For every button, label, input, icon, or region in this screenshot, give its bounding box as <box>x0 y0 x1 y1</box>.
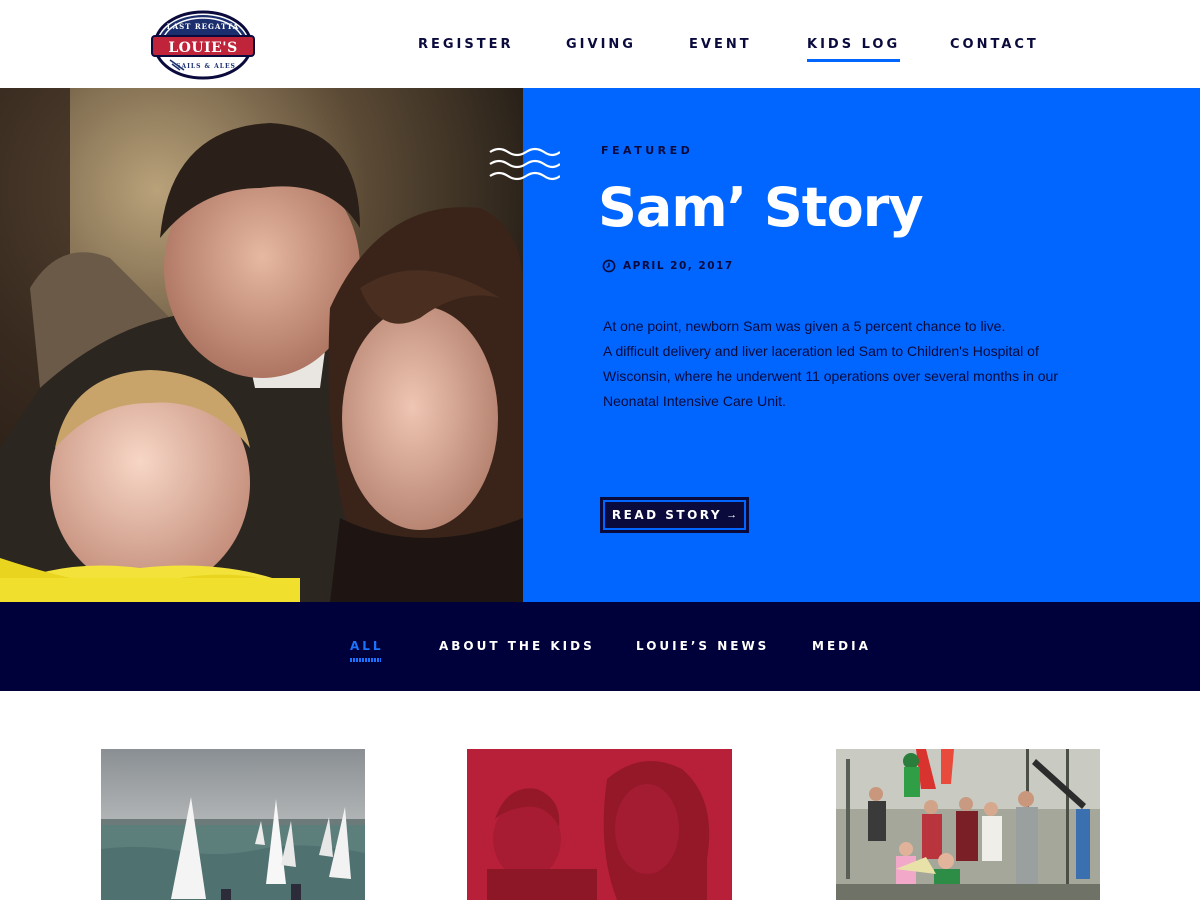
nav-kids-log-label: KIDS LOG <box>807 37 901 52</box>
family-photo-illustration <box>0 88 523 602</box>
filter-all[interactable]: ALL <box>350 639 384 662</box>
story-title: Sam’ Story <box>598 176 924 239</box>
hero-family-photo <box>0 88 523 602</box>
read-story-label: READ STORY <box>611 508 723 522</box>
filter-louies-news[interactable]: LOUIE’S NEWS <box>636 639 769 653</box>
hero-section: FEATURED Sam’ Story APRIL 20, 2017 At on… <box>0 88 1200 602</box>
nav-contact[interactable]: CONTACT <box>950 37 1039 52</box>
nav-giving-label: GIVING <box>566 37 636 52</box>
costumed-group-photo <box>836 749 1100 900</box>
filter-media[interactable]: MEDIA <box>812 639 871 653</box>
read-story-button[interactable]: READ STORY → <box>600 497 749 533</box>
logo-main-text: LOUIE'S <box>168 40 237 56</box>
story-excerpt: At one point, newborn Sam was given a 5 … <box>603 314 1103 414</box>
story-date: APRIL 20, 2017 <box>602 259 734 273</box>
logo-top-text: LAST REGATTA <box>167 22 239 31</box>
nav-giving[interactable]: GIVING <box>566 37 636 52</box>
logo-bottom-text: SAILS & ALES <box>176 63 236 70</box>
filter-media-label: MEDIA <box>812 639 871 653</box>
story-date-text: APRIL 20, 2017 <box>623 260 734 272</box>
filter-about-the-kids[interactable]: ABOUT THE KIDS <box>439 639 595 653</box>
story-card-child-and-mother[interactable] <box>467 749 732 900</box>
site-header: LOUIE'S LAST REGATTA SAILS & ALES REGIST… <box>0 0 1200 88</box>
category-filter-bar: ALL ABOUT THE KIDS LOUIE’S NEWS MEDIA <box>0 602 1200 691</box>
arrow-right-icon: → <box>726 509 738 521</box>
filter-active-underline <box>350 658 381 662</box>
story-card-sailboats[interactable] <box>101 749 365 900</box>
nav-kids-log[interactable]: KIDS LOG <box>807 37 901 62</box>
logo-graphic: LOUIE'S LAST REGATTA SAILS & ALES <box>151 10 255 80</box>
nav-event-label: EVENT <box>689 37 752 52</box>
excerpt-line-1: At one point, newborn Sam was given a 5 … <box>603 318 1006 334</box>
louies-logo[interactable]: LOUIE'S LAST REGATTA SAILS & ALES <box>150 8 256 82</box>
clock-icon <box>602 259 616 273</box>
excerpt-line-2: A difficult delivery and liver laceratio… <box>603 343 1058 409</box>
filter-louies-news-label: LOUIE’S NEWS <box>636 639 770 653</box>
story-card-costume-group[interactable] <box>836 749 1100 900</box>
filter-all-label: ALL <box>350 639 384 653</box>
child-and-mother-photo <box>467 749 732 900</box>
nav-register[interactable]: REGISTER <box>418 37 514 52</box>
waves-icon <box>489 147 560 181</box>
sailboats-photo <box>101 749 365 900</box>
nav-active-underline <box>807 59 901 62</box>
featured-eyebrow: FEATURED <box>601 144 694 157</box>
nav-contact-label: CONTACT <box>950 37 1039 52</box>
nav-register-label: REGISTER <box>418 37 514 52</box>
filter-about-the-kids-label: ABOUT THE KIDS <box>439 639 595 653</box>
nav-event[interactable]: EVENT <box>689 37 752 52</box>
